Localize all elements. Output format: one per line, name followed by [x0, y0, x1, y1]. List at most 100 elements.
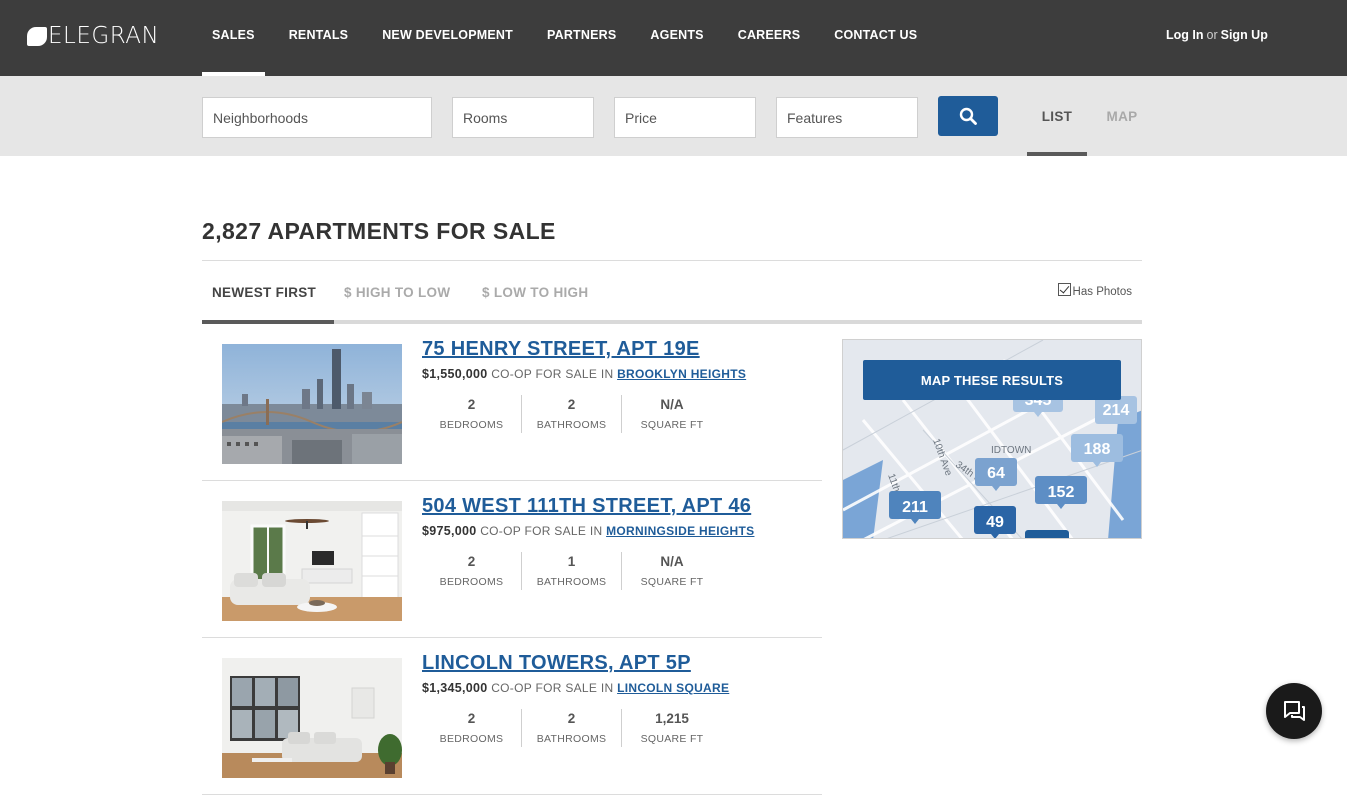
stat-value: 2 — [567, 397, 576, 412]
neighborhoods-select[interactable]: Neighborhoods — [202, 97, 432, 138]
main-nav: SALES RENTALS NEW DEVELOPMENT PARTNERS A… — [195, 0, 934, 76]
stat-label: BATHROOMS — [536, 576, 607, 588]
login-link[interactable]: Log In — [1166, 28, 1204, 42]
listing-type: CO-OP FOR SALE IN — [480, 524, 603, 538]
stat-value: 2 — [467, 711, 476, 726]
top-navbar: ELEGRAN SALES RENTALS NEW DEVELOPMENT PA… — [0, 0, 1347, 76]
has-photos-label: Has Photos — [1072, 285, 1132, 298]
nav-item-agents[interactable]: AGENTS — [633, 0, 720, 73]
search-button[interactable] — [938, 96, 998, 136]
stat-value: N/A — [660, 397, 684, 412]
stat-bedrooms: 2 BEDROOMS — [422, 395, 522, 433]
sort-tab-newest[interactable]: NEWEST FIRST — [212, 264, 316, 320]
svg-text:152: 152 — [1048, 484, 1075, 501]
stat-value: 1 — [567, 554, 576, 569]
listing-meta: $975,000 CO-OP FOR SALE IN MORNINGSIDE H… — [422, 524, 754, 538]
stat-bathrooms: 2 BATHROOMS — [522, 395, 622, 433]
chat-launcher-button[interactable] — [1266, 683, 1322, 739]
stat-bedrooms: 2 BEDROOMS — [422, 552, 522, 590]
view-tab-list[interactable]: LIST — [1027, 76, 1087, 156]
listing-photo-image — [222, 344, 402, 464]
svg-text:188: 188 — [1084, 441, 1111, 458]
sort-tab-high-to-low[interactable]: $ HIGH TO LOW — [344, 264, 450, 320]
auth-links: Log In or Sign Up — [1166, 28, 1268, 42]
listing-photo-image — [222, 501, 402, 621]
search-icon — [959, 107, 977, 125]
svg-text:64: 64 — [987, 465, 1005, 482]
nav-item-careers[interactable]: CAREERS — [721, 0, 818, 73]
stat-label: BEDROOMS — [439, 419, 504, 431]
listing-type: CO-OP FOR SALE IN — [491, 681, 614, 695]
listing-photo-image — [222, 658, 402, 778]
stat-label: BEDROOMS — [439, 576, 504, 588]
listing-neighborhood-link[interactable]: LINCOLN SQUARE — [617, 681, 729, 695]
stat-value: N/A — [660, 554, 684, 569]
logo-mark-icon — [27, 26, 47, 46]
auth-or-text: or — [1206, 28, 1218, 42]
nav-item-partners[interactable]: PARTNERS — [530, 0, 633, 73]
listing-meta: $1,345,000 CO-OP FOR SALE IN LINCOLN SQU… — [422, 681, 729, 695]
listing-neighborhood-link[interactable]: BROOKLYN HEIGHTS — [617, 367, 746, 381]
rooms-select[interactable]: Rooms — [452, 97, 594, 138]
chat-icon — [1284, 701, 1305, 721]
map-preview[interactable]: IDTOWN 11th Ave 10th Ave 34th St 214 188… — [842, 339, 1142, 539]
stat-value: 1,215 — [655, 711, 689, 726]
listing-photo[interactable] — [222, 344, 402, 464]
stat-value: 2 — [567, 711, 576, 726]
stat-square-ft: N/A SQUARE FT — [622, 395, 722, 433]
listing-meta: $1,550,000 CO-OP FOR SALE IN BROOKLYN HE… — [422, 367, 746, 381]
nav-item-contact-us[interactable]: CONTACT US — [817, 0, 934, 73]
listing-stats: 2 BEDROOMS 1 BATHROOMS N/A SQUARE FT — [422, 552, 722, 590]
stat-label: SQUARE FT — [640, 419, 704, 431]
stat-label: BATHROOMS — [536, 419, 607, 431]
map-label: IDTOWN — [991, 445, 1031, 456]
listing-card: 504 WEST 111TH STREET, APT 46 $975,000 C… — [202, 481, 822, 638]
features-select[interactable]: Features — [776, 97, 918, 138]
listing-price: $1,550,000 — [422, 367, 488, 381]
results-title: 2,827 APARTMENTS FOR SALE — [202, 218, 556, 244]
listing-card: LINCOLN TOWERS, APT 5P $1,345,000 CO-OP … — [202, 638, 822, 795]
stat-value: 2 — [467, 397, 476, 412]
view-tab-map[interactable]: MAP — [1096, 76, 1148, 156]
stat-bathrooms: 2 BATHROOMS — [522, 709, 622, 747]
divider — [202, 260, 1142, 261]
price-select[interactable]: Price — [614, 97, 756, 138]
listing-photo[interactable] — [222, 658, 402, 778]
stat-square-ft: N/A SQUARE FT — [622, 552, 722, 590]
signup-link[interactable]: Sign Up — [1221, 28, 1268, 42]
stat-bedrooms: 2 BEDROOMS — [422, 709, 522, 747]
svg-text:211: 211 — [902, 499, 928, 516]
svg-text:49: 49 — [986, 514, 1004, 531]
listing-neighborhood-link[interactable]: MORNINGSIDE HEIGHTS — [606, 524, 754, 538]
listing-title[interactable]: LINCOLN TOWERS, APT 5P — [422, 652, 691, 675]
nav-item-rentals[interactable]: RENTALS — [272, 0, 366, 73]
brand-name: ELEGRAN — [48, 23, 160, 49]
stat-square-ft: 1,215 SQUARE FT — [622, 709, 722, 747]
stat-label: BEDROOMS — [439, 733, 504, 745]
nav-item-new-development[interactable]: NEW DEVELOPMENT — [365, 0, 530, 73]
map-marker[interactable]: 214 — [1095, 396, 1137, 424]
stat-value: 2 — [467, 554, 476, 569]
listing-card: 75 HENRY STREET, APT 19E $1,550,000 CO-O… — [202, 324, 822, 481]
listing-stats: 2 BEDROOMS 2 BATHROOMS N/A SQUARE FT — [422, 395, 722, 433]
map-marker[interactable] — [1025, 530, 1069, 539]
listing-price: $1,345,000 — [422, 681, 488, 695]
listing-title[interactable]: 75 HENRY STREET, APT 19E — [422, 338, 700, 361]
stat-label: SQUARE FT — [640, 733, 704, 745]
sort-bar: NEWEST FIRST $ HIGH TO LOW $ LOW TO HIGH… — [202, 264, 1142, 324]
has-photos-filter[interactable]: Has Photos — [1057, 283, 1132, 298]
filter-bar: Neighborhoods Rooms Price Features LIST … — [0, 76, 1347, 156]
has-photos-checkbox[interactable] — [1057, 283, 1071, 296]
stat-label: BATHROOMS — [536, 733, 607, 745]
stat-label: SQUARE FT — [640, 576, 704, 588]
listing-stats: 2 BEDROOMS 2 BATHROOMS 1,215 SQUARE FT — [422, 709, 722, 747]
map-these-results-button[interactable]: MAP THESE RESULTS — [863, 360, 1121, 400]
listing-photo[interactable] — [222, 501, 402, 621]
listing-title[interactable]: 504 WEST 111TH STREET, APT 46 — [422, 495, 751, 518]
sort-tab-low-to-high[interactable]: $ LOW TO HIGH — [482, 264, 588, 320]
brand-logo[interactable]: ELEGRAN — [27, 24, 159, 48]
listing-price: $975,000 — [422, 524, 477, 538]
nav-item-sales[interactable]: SALES — [195, 0, 272, 76]
svg-text:214: 214 — [1103, 402, 1130, 419]
stat-bathrooms: 1 BATHROOMS — [522, 552, 622, 590]
